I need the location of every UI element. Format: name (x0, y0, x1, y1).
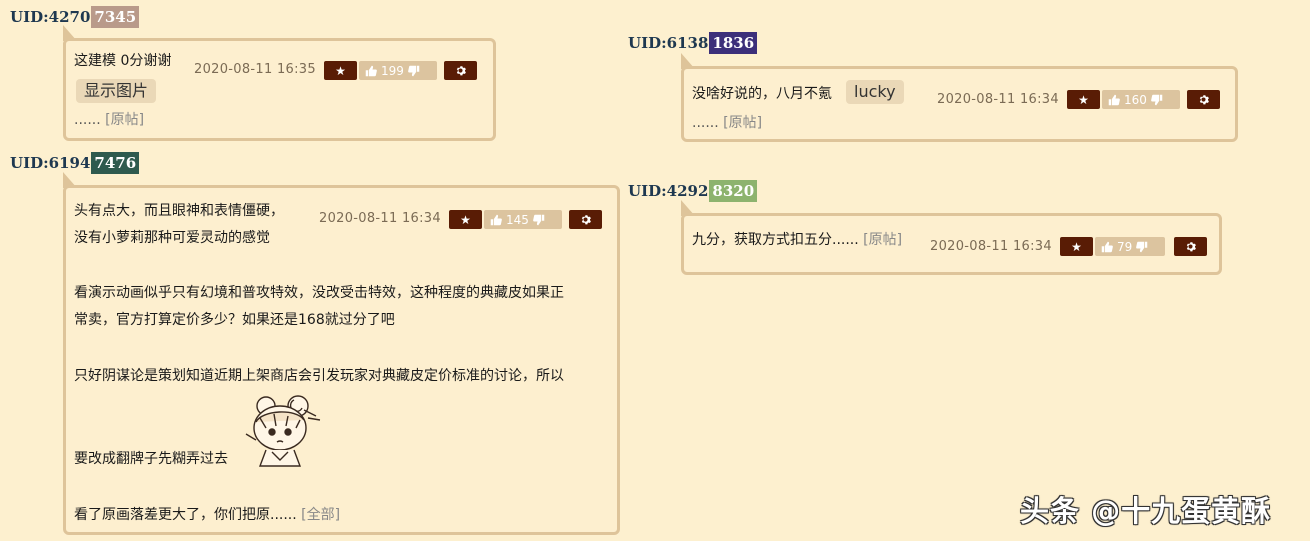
comment-uid[interactable]: UID:6194 7476 (10, 152, 140, 174)
vote-bar[interactable]: 145 (484, 210, 562, 229)
vote-bar[interactable]: 160 (1102, 90, 1180, 109)
gear-icon (456, 66, 466, 76)
comment-bubble: 没啥好说的，八月不氪 lucky ...... [原帖] 2020-08-11 … (681, 53, 1238, 142)
comment-text: 九分，获取方式扣五分...... (692, 232, 859, 248)
comment-text-line: 看演示动画似乎只有幻境和普攻特效，没改受击特效，这种程度的典藏皮如果正 (74, 285, 564, 301)
settings-button[interactable] (569, 210, 602, 229)
thumb-up-icon[interactable] (1101, 241, 1113, 253)
thumb-up-icon[interactable] (1108, 94, 1120, 106)
comment-more: ...... [原帖] (692, 112, 762, 132)
comment-more: 看了原画落差更大了，你们把原...... [全部] (74, 504, 340, 524)
thumb-up-icon[interactable] (365, 65, 377, 77)
comment-text-line: 常卖，官方打算定价多少？如果还是168就过分了吧 (74, 312, 395, 328)
vote-bar[interactable]: 79 (1095, 237, 1165, 256)
comment-text-line: 要改成翻牌子先糊弄过去 (74, 451, 228, 467)
uid-prefix: UID:6194 (10, 154, 91, 172)
comment-uid[interactable]: UID:4292 8320 (628, 180, 758, 202)
uid-suffix-badge: 7345 (91, 6, 140, 28)
original-post-link[interactable]: [原帖] (863, 232, 902, 248)
truncated-text: 看了原画落差更大了，你们把原...... (74, 507, 297, 523)
comment-text-line: 头有点大，而且眼神和表情僵硬， (74, 203, 284, 219)
settings-button[interactable] (1187, 90, 1220, 109)
star-icon: ★ (460, 212, 471, 227)
uid-suffix-badge: 1836 (709, 32, 758, 54)
original-post-link[interactable]: [原帖] (105, 112, 144, 128)
comment-more: ...... [原帖] (74, 109, 144, 129)
vote-count: 160 (1124, 92, 1147, 107)
ellipsis-text: ...... (74, 112, 101, 128)
comment-date: 2020-08-11 16:34 (930, 239, 1052, 254)
favorite-button[interactable]: ★ (1067, 90, 1100, 109)
settings-button[interactable] (1174, 237, 1207, 256)
ellipsis-text: ...... (692, 115, 719, 131)
comment-text: 没啥好说的，八月不氪 (692, 86, 832, 102)
show-image-button[interactable]: 显示图片 (76, 79, 157, 103)
uid-prefix: UID:4292 (628, 182, 709, 200)
vote-count: 79 (1117, 239, 1133, 254)
comment-text-line: 只好阴谋论是策划知道近期上架商店会引发玩家对典藏皮定价标准的讨论，所以 (74, 368, 564, 384)
thumb-up-icon[interactable] (490, 214, 502, 226)
star-icon: ★ (335, 63, 346, 78)
gear-icon (581, 215, 591, 225)
uid-prefix: UID:4270 (10, 8, 91, 26)
star-icon: ★ (1078, 92, 1089, 107)
vote-count: 199 (381, 63, 404, 78)
comment-date: 2020-08-11 16:35 (194, 62, 316, 77)
thumb-down-icon[interactable] (408, 65, 420, 77)
thumb-down-icon[interactable] (1151, 94, 1163, 106)
full-text-link[interactable]: [全部] (301, 507, 340, 523)
gear-icon (1186, 242, 1196, 252)
favorite-button[interactable]: ★ (1060, 237, 1093, 256)
comment-bubble: 头有点大，而且眼神和表情僵硬， 没有小萝莉那种可爱灵动的感觉 看演示动画似乎只有… (63, 172, 620, 535)
uid-suffix-badge: 8320 (709, 180, 758, 202)
watermark-text: 头条 @十九蛋黄酥 (1020, 494, 1272, 528)
original-post-link[interactable]: [原帖] (723, 115, 762, 131)
uid-suffix-badge: 7476 (91, 152, 140, 174)
favorite-button[interactable]: ★ (324, 61, 357, 80)
lucky-tag: lucky (846, 80, 904, 104)
sticker-image (245, 395, 321, 467)
comment-text: 这建模 0分谢谢 (74, 53, 172, 69)
gear-icon (1199, 95, 1209, 105)
comment-date: 2020-08-11 16:34 (937, 92, 1059, 107)
star-icon: ★ (1071, 239, 1082, 254)
thumb-down-icon[interactable] (533, 214, 545, 226)
comment-bubble: 这建模 0分谢谢 显示图片 ...... [原帖] 2020-08-11 16:… (63, 25, 496, 141)
vote-count: 145 (506, 212, 529, 227)
thumb-down-icon[interactable] (1136, 241, 1148, 253)
uid-prefix: UID:6138 (628, 34, 709, 52)
comment-uid[interactable]: UID:6138 1836 (628, 32, 758, 54)
comment-text-line: 九分，获取方式扣五分...... [原帖] (692, 227, 902, 254)
comment-text-line: 没有小萝莉那种可爱灵动的感觉 (74, 230, 270, 246)
comment-date: 2020-08-11 16:34 (319, 211, 441, 226)
settings-button[interactable] (444, 61, 477, 80)
comment-bubble: 九分，获取方式扣五分...... [原帖] 2020-08-11 16:34 ★… (681, 200, 1222, 275)
vote-bar[interactable]: 199 (359, 61, 437, 80)
favorite-button[interactable]: ★ (449, 210, 482, 229)
